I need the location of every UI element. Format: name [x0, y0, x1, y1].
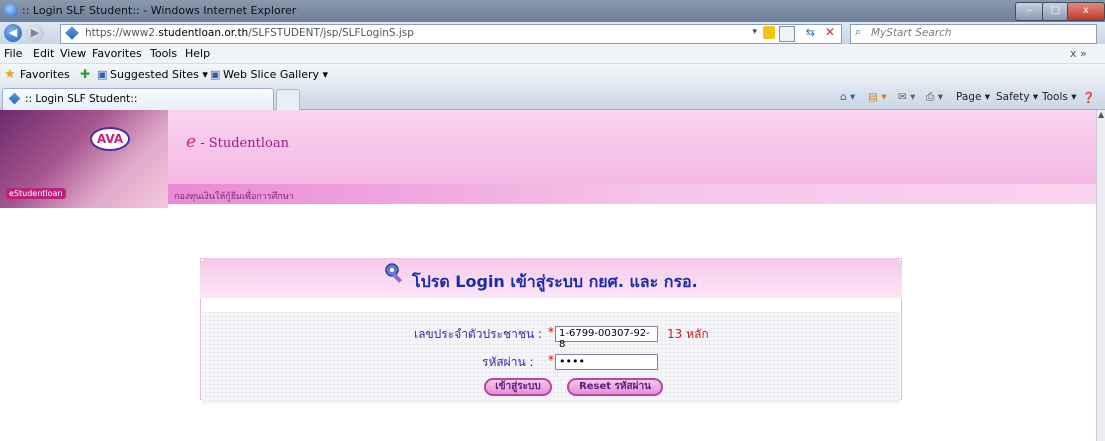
close-button[interactable]: x — [1067, 2, 1105, 21]
page-menu[interactable]: Page ▾ — [956, 91, 990, 103]
banner-photo: eStudentloan — [0, 110, 168, 208]
menu-tools[interactable]: Tools — [150, 47, 177, 60]
internet-explorer-icon — [4, 3, 18, 17]
home-icon[interactable]: ⌂ ▾ — [840, 91, 855, 103]
login-title: โปรด Login เข้าสู่ระบบ กยศ. และ กรอ. — [412, 272, 698, 291]
dropdown-icon[interactable]: ▾ — [752, 27, 757, 37]
suggested-sites-link[interactable]: Suggested Sites ▾ — [110, 68, 208, 81]
password-label: รหัสผ่าน : — [482, 355, 534, 369]
menu-edit[interactable]: Edit — [33, 47, 54, 60]
new-tab-button[interactable] — [276, 89, 300, 111]
tab-site-icon — [8, 92, 21, 105]
login-button[interactable]: เข้าสู่ระบบ — [484, 378, 552, 396]
help-icon[interactable]: ❓ — [1082, 91, 1095, 104]
window-titlebar: :: Login SLF Student:: - Windows Interne… — [0, 0, 1105, 22]
tools-menu[interactable]: Tools ▾ — [1042, 91, 1076, 103]
address-bar[interactable]: https://www2.studentloan.or.th/SLFSTUDEN… — [60, 24, 842, 44]
site-tagline: กองทุนเงินให้กู้ยืมเพื่อการศึกษา — [174, 192, 294, 202]
mail-icon[interactable]: ✉ ▾ — [898, 91, 915, 103]
favorites-button[interactable]: Favorites — [20, 68, 70, 81]
id-label: เลขประจำตัวประชาชน : — [414, 327, 543, 341]
refresh-icon[interactable]: ⇆ — [806, 26, 815, 39]
slf-logo: AVA — [90, 127, 130, 151]
window-title: :: Login SLF Student:: - Windows Interne… — [22, 4, 297, 17]
vertical-scrollbar[interactable]: ▲ — [1096, 110, 1105, 441]
password-required-mark: * — [548, 353, 554, 367]
add-favorites-icon[interactable]: ✚ — [80, 67, 90, 81]
menu-help[interactable]: Help — [185, 47, 210, 60]
menu-file[interactable]: File — [4, 47, 22, 60]
page-icon: ▣ — [97, 68, 108, 81]
stop-icon[interactable]: ✕ — [825, 25, 835, 39]
menu-overflow[interactable]: x » — [1070, 47, 1087, 60]
citizen-id-input[interactable]: 1-6799-00307-92-8 — [555, 326, 658, 350]
id-digit-hint: 13 หลัก — [667, 327, 709, 341]
key-icon — [384, 262, 408, 286]
safety-menu[interactable]: Safety ▾ — [996, 91, 1038, 103]
favorites-bar: ★ Favorites ✚ ▣ Suggested Sites ▾ ▣ Web … — [0, 64, 1105, 85]
site-brand: e - Studentloan — [186, 132, 289, 152]
photo-caption: eStudentloan — [6, 188, 66, 199]
page-icon-2: ▣ — [210, 68, 221, 81]
minimize-button[interactable]: – — [1015, 2, 1044, 21]
menu-favorites[interactable]: Favorites — [92, 47, 142, 60]
search-input[interactable]: ⌕ MyStart Search — [850, 24, 1097, 44]
favorites-star-icon: ★ — [4, 67, 16, 82]
maximize-button[interactable]: □ — [1042, 2, 1069, 21]
address-toolbar: ◀ ▶ https://www2.studentloan.or.th/SLFST… — [0, 22, 1105, 44]
compatibility-icon[interactable] — [779, 26, 795, 42]
tab-login-slf[interactable]: :: Login SLF Student:: — [2, 88, 274, 111]
menu-view[interactable]: View — [60, 47, 86, 60]
print-icon[interactable]: ⎙ ▾ — [926, 91, 943, 104]
web-slice-gallery-link[interactable]: Web Slice Gallery ▾ — [223, 68, 328, 81]
tab-title: :: Login SLF Student:: — [25, 93, 138, 105]
reset-password-button[interactable]: Reset รหัสผ่าน — [567, 378, 663, 396]
feeds-icon[interactable]: ▤ ▾ — [868, 91, 887, 103]
search-placeholder: MyStart Search — [871, 27, 952, 39]
password-input[interactable]: •••• — [555, 354, 658, 370]
back-button[interactable]: ◀ — [4, 24, 22, 42]
scroll-up-icon[interactable]: ▲ — [1098, 110, 1104, 119]
tab-bar: :: Login SLF Student:: ⌂ ▾ ▤ ▾ ✉ ▾ ⎙ ▾ P… — [0, 85, 1105, 111]
id-required-mark: * — [548, 325, 554, 339]
url-text: https://www2.studentloan.or.th/SLFSTUDEN… — [85, 27, 414, 39]
menu-bar: File Edit View Favorites Tools Help x » — [0, 44, 1105, 64]
search-icon: ⌕ — [855, 26, 861, 38]
site-icon — [65, 26, 79, 40]
forward-button[interactable]: ▶ — [26, 24, 44, 42]
lock-icon[interactable] — [763, 26, 775, 39]
